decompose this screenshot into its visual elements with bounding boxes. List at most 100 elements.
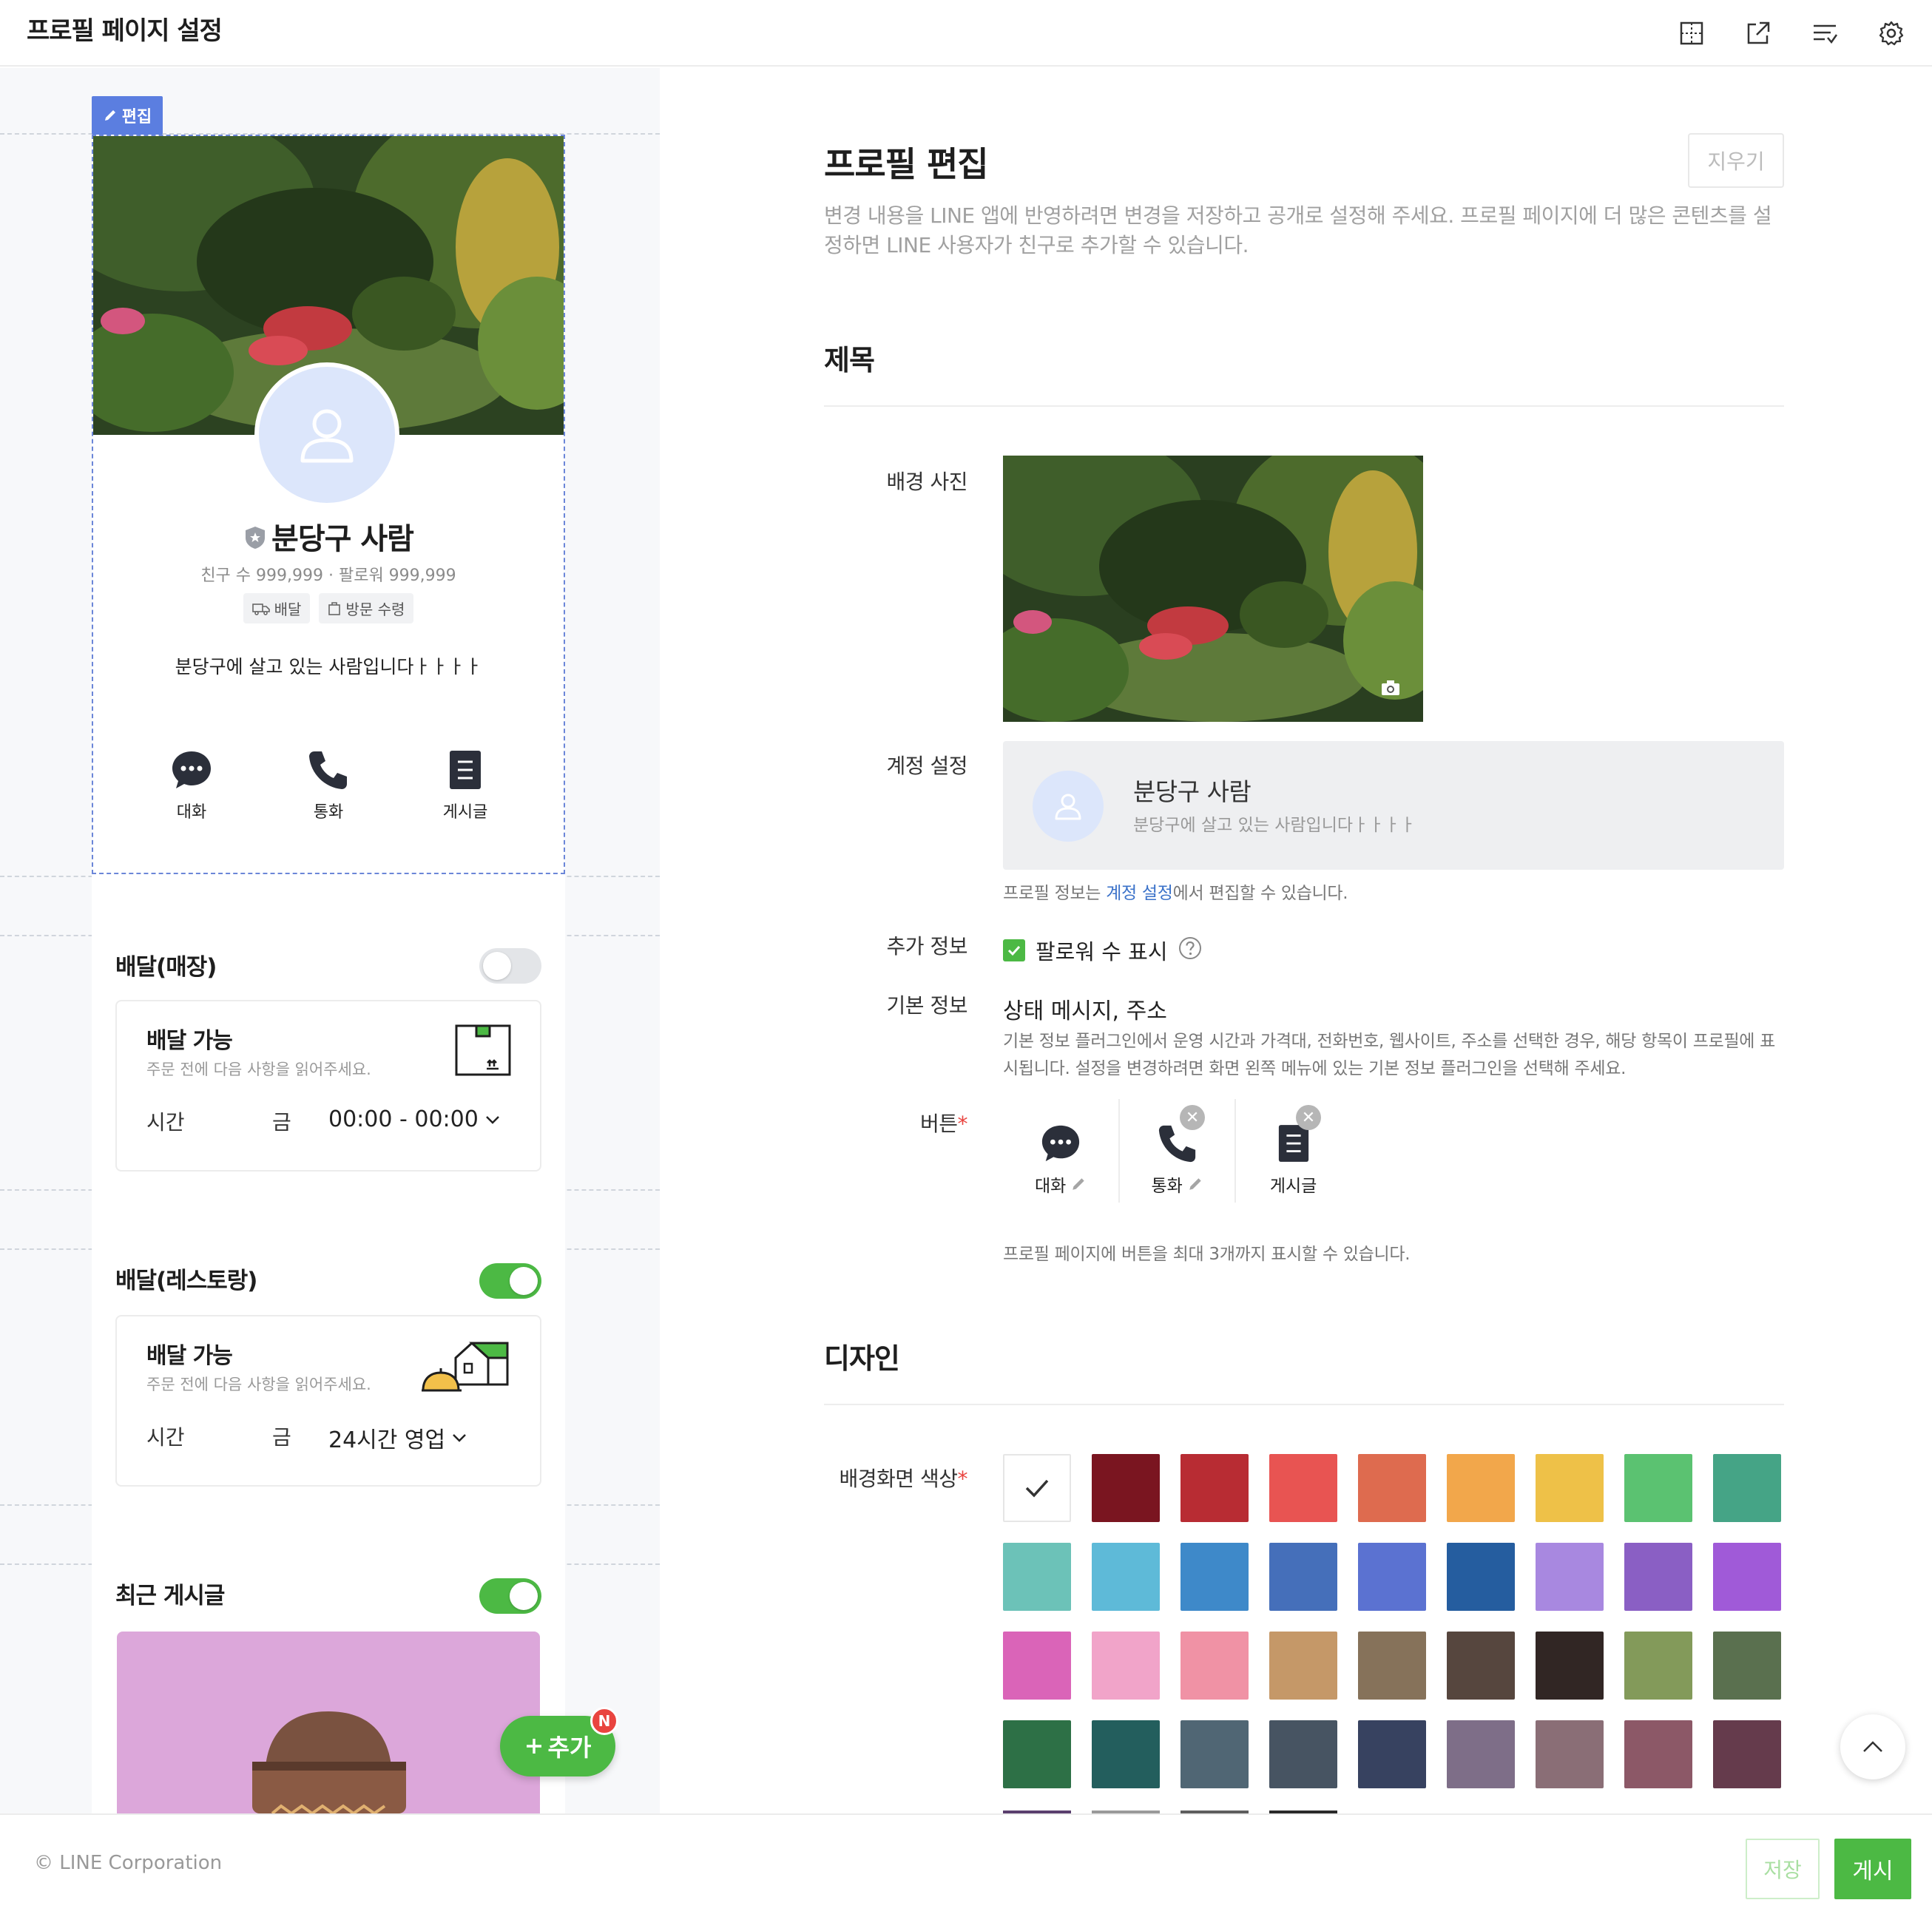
color-swatch[interactable]	[1536, 1720, 1604, 1788]
color-swatch[interactable]	[1358, 1454, 1426, 1522]
color-swatch[interactable]	[1624, 1720, 1692, 1788]
color-swatch[interactable]	[1003, 1632, 1071, 1700]
color-swatch[interactable]	[1269, 1543, 1337, 1611]
account-settings-link[interactable]: 계정 설정	[1106, 884, 1173, 903]
color-swatch[interactable]	[1092, 1454, 1160, 1522]
color-swatch[interactable]	[1536, 1543, 1604, 1611]
color-swatch[interactable]	[1269, 1632, 1337, 1700]
color-swatch[interactable]	[1624, 1632, 1692, 1700]
color-swatch[interactable]	[1003, 1543, 1071, 1611]
pickup-tag-label: 방문 수령	[345, 601, 405, 618]
bg-photo-label: 배경 사진	[886, 470, 968, 494]
external-link-icon[interactable]	[1740, 15, 1777, 52]
account-settings-label: 계정 설정	[886, 754, 968, 778]
delivery-store-card[interactable]: 배달 가능 주문 전에 다음 사항을 읽어주세요. 시간 금 00:00 - 0…	[115, 1000, 541, 1172]
account-note: 프로필 정보는 계정 설정에서 편집할 수 있습니다.	[1003, 879, 1348, 904]
color-swatch[interactable]	[1713, 1454, 1781, 1522]
basic-info-label: 기본 정보	[886, 993, 968, 1018]
delivery-restaurant-card-subtitle: 주문 전에 다음 사항을 읽어주세요.	[146, 1376, 371, 1393]
color-swatch[interactable]	[1624, 1543, 1692, 1611]
profile-actions: 대화 통화 게시글	[136, 748, 521, 822]
account-status: 분당구에 살고 있는 사람입니다ㅏㅏㅏㅏ	[1133, 816, 1416, 835]
bg-color-label-text: 배경화면 색상	[839, 1467, 958, 1491]
gear-icon[interactable]	[1873, 15, 1910, 52]
color-swatch[interactable]	[1358, 1543, 1426, 1611]
design-heading: 디자인	[824, 1342, 900, 1375]
top-bar: 프로필 페이지 설정	[0, 0, 1932, 67]
color-swatch[interactable]	[1447, 1632, 1515, 1700]
profile-avatar	[254, 362, 399, 507]
color-swatch[interactable]	[1181, 1543, 1249, 1611]
show-followers-checkbox[interactable]: 팔로워 수 표시	[1003, 935, 1202, 966]
delivery-restaurant-toggle[interactable]	[479, 1263, 541, 1299]
chevron-up-icon	[1863, 1741, 1882, 1752]
delivery-store-toggle[interactable]	[479, 948, 541, 984]
clear-button[interactable]: 지우기	[1688, 133, 1784, 188]
help-icon[interactable]	[1178, 936, 1202, 965]
delivery-restaurant-card-title: 배달 가능	[146, 1343, 233, 1369]
color-swatch-grid	[1003, 1454, 1781, 1788]
button-slot-chat-label: 대화	[1034, 1177, 1067, 1196]
color-swatch[interactable]	[1713, 1543, 1781, 1611]
color-swatch[interactable]	[1181, 1720, 1249, 1788]
pencil-icon[interactable]	[1070, 1176, 1087, 1192]
delivery-restaurant-time-select[interactable]: 24시간 영업	[328, 1421, 467, 1454]
delivery-restaurant-card[interactable]: 배달 가능 주문 전에 다음 사항을 읽어주세요. 시간 금 24시간 영업	[115, 1315, 541, 1487]
color-swatch[interactable]	[1003, 1454, 1071, 1522]
color-swatch[interactable]	[1624, 1454, 1692, 1522]
chat-action[interactable]: 대화	[136, 748, 247, 822]
post-action[interactable]: 게시글	[410, 748, 521, 822]
bg-color-label: 배경화면 색상*	[820, 1463, 968, 1492]
remove-post-button-icon[interactable]: ✕	[1296, 1105, 1321, 1130]
call-action[interactable]: 통화	[273, 748, 384, 822]
color-swatch[interactable]	[1358, 1720, 1426, 1788]
basic-info-value: 상태 메시지, 주소	[1003, 998, 1167, 1024]
color-swatch[interactable]	[1092, 1720, 1160, 1788]
color-swatch[interactable]	[1092, 1632, 1160, 1700]
color-swatch[interactable]	[1447, 1543, 1515, 1611]
delivery-store-day: 금	[272, 1110, 291, 1135]
color-swatch[interactable]	[1358, 1632, 1426, 1700]
recent-posts-toggle[interactable]	[479, 1578, 541, 1614]
delivery-store-time-select[interactable]: 00:00 - 00:00	[328, 1106, 501, 1132]
color-swatch[interactable]	[1092, 1543, 1160, 1611]
color-swatch[interactable]	[1269, 1720, 1337, 1788]
layout-grid-icon[interactable]	[1673, 15, 1710, 52]
chevron-down-icon	[485, 1115, 499, 1124]
pencil-icon[interactable]	[1187, 1176, 1203, 1192]
save-button[interactable]: 저장	[1746, 1839, 1820, 1899]
recent-post-thumbnail[interactable]	[117, 1632, 540, 1813]
publish-button[interactable]: 게시	[1834, 1839, 1911, 1899]
color-swatch[interactable]	[1447, 1720, 1515, 1788]
show-followers-label: 팔로워 수 표시	[1036, 939, 1168, 964]
truck-icon	[251, 603, 270, 615]
color-swatch[interactable]	[1181, 1454, 1249, 1522]
color-swatch[interactable]	[1713, 1632, 1781, 1700]
edit-tag[interactable]: 편집	[92, 96, 163, 135]
button-slot-post[interactable]: 게시글 ✕	[1234, 1099, 1351, 1203]
basic-info-description: 기본 정보 플러그인에서 운영 시간과 가격대, 전화번호, 웹사이트, 주소를…	[1003, 1032, 1776, 1078]
add-button[interactable]: 추가 N	[500, 1707, 618, 1776]
color-swatch[interactable]	[1536, 1454, 1604, 1522]
delivery-store-card-subtitle: 주문 전에 다음 사항을 읽어주세요.	[146, 1061, 371, 1078]
color-swatch[interactable]	[1447, 1454, 1515, 1522]
scroll-to-top-button[interactable]	[1840, 1714, 1905, 1779]
button-slot-call[interactable]: 통화 ✕	[1118, 1099, 1234, 1203]
person-icon	[1055, 794, 1081, 820]
color-swatch[interactable]	[1003, 1720, 1071, 1788]
color-swatch[interactable]	[1713, 1720, 1781, 1788]
sort-list-icon[interactable]	[1806, 15, 1843, 52]
color-swatch[interactable]	[1536, 1632, 1604, 1700]
bg-photo-preview[interactable]	[1003, 456, 1423, 722]
person-icon	[300, 409, 354, 463]
button-slot-chat[interactable]: 대화	[1003, 1099, 1118, 1203]
button-slot-call-label: 통화	[1151, 1177, 1183, 1196]
chevron-down-icon	[453, 1434, 467, 1442]
section-title-heading: 제목	[824, 344, 875, 376]
color-swatch[interactable]	[1181, 1632, 1249, 1700]
delivery-restaurant-hours-label: 시간	[146, 1425, 185, 1450]
divider	[824, 1404, 1784, 1405]
camera-icon[interactable]	[1380, 679, 1401, 697]
remove-call-button-icon[interactable]: ✕	[1180, 1105, 1206, 1130]
color-swatch[interactable]	[1269, 1454, 1337, 1522]
